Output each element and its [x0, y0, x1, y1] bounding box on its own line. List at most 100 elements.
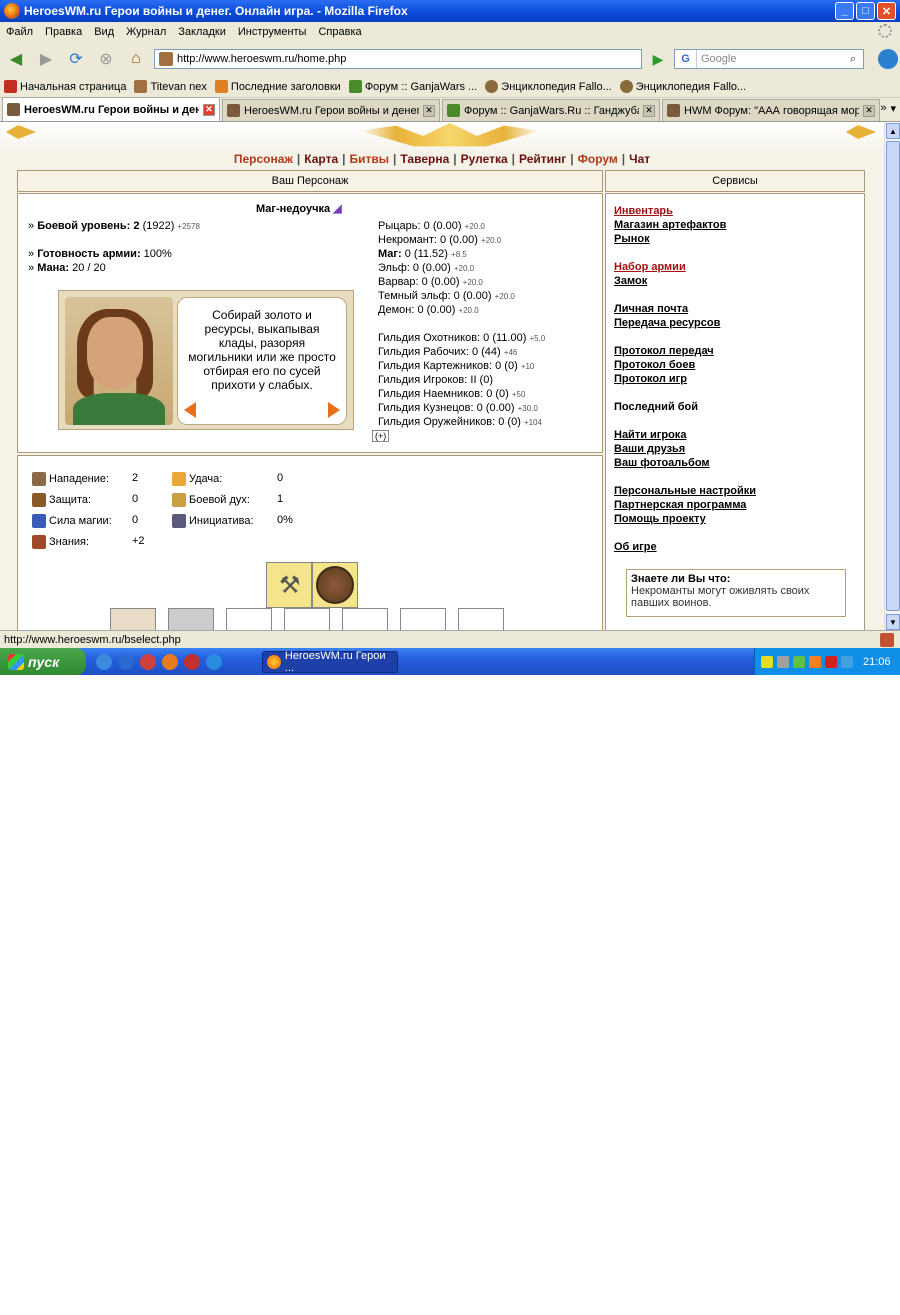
scroll-thumb[interactable]	[886, 141, 900, 611]
browser-icon[interactable]	[118, 653, 134, 670]
service-link[interactable]: Личная почта	[614, 302, 756, 316]
opera-icon[interactable]	[140, 653, 156, 670]
service-link[interactable]: Помощь проекту	[614, 512, 756, 526]
bookmark-item[interactable]: Последние заголовки	[214, 80, 341, 93]
menu-edit[interactable]: Правка	[45, 26, 82, 38]
expand-button[interactable]: (+)	[372, 430, 390, 442]
scroll-up-icon[interactable]: ▲	[886, 123, 900, 139]
service-link[interactable]: Передача ресурсов	[614, 316, 756, 330]
bookmark-item[interactable]: Энциклопедия Fallo...	[485, 80, 612, 93]
army-slot-2[interactable]	[168, 608, 214, 630]
guild-name: Гильдия Охотников:	[378, 332, 481, 344]
maximize-button[interactable]: □	[856, 2, 875, 20]
service-link[interactable]: Ваши друзья	[614, 442, 756, 456]
menu-tools[interactable]: Инструменты	[238, 26, 307, 38]
mail-icon[interactable]	[184, 653, 200, 670]
status-addon-icon[interactable]	[880, 633, 894, 647]
service-link[interactable]: Ваш фотоальбом	[614, 456, 756, 470]
equipped-shield-slot[interactable]	[312, 562, 358, 608]
nav-map[interactable]: Карта	[304, 152, 338, 166]
page-scrollbar[interactable]: ▲ ▼	[884, 123, 900, 630]
menu-view[interactable]: Вид	[94, 26, 114, 38]
menu-help[interactable]: Справка	[318, 26, 361, 38]
ie-icon[interactable]	[96, 653, 112, 670]
firefox-quick-icon[interactable]	[162, 653, 178, 670]
nav-character[interactable]: Персонаж	[234, 152, 293, 166]
tab-close-icon[interactable]: ✕	[863, 104, 875, 117]
bookmark-item[interactable]: Энциклопедия Fallo...	[619, 80, 746, 93]
tab-ganjawars[interactable]: Форум :: GanjaWars.Ru :: Ганджуба... ✕	[442, 99, 660, 121]
nav-battles[interactable]: Битвы	[350, 152, 390, 166]
service-link[interactable]: Найти игрока	[614, 428, 756, 442]
tray-misc-icon[interactable]	[841, 655, 853, 668]
army-slot-7[interactable]	[458, 608, 504, 630]
stop-button[interactable]: ⊗	[94, 47, 118, 71]
close-button[interactable]: ✕	[877, 2, 896, 20]
tray-app-icon[interactable]	[809, 655, 821, 668]
addon-icon[interactable]	[878, 49, 898, 69]
bookmark-item[interactable]: Начальная страница	[4, 80, 126, 93]
reload-button[interactable]: ⟳	[64, 47, 88, 71]
service-link[interactable]: Персональные настройки	[614, 484, 756, 498]
service-link[interactable]: Рынок	[614, 232, 756, 246]
tray-k-icon[interactable]	[825, 655, 837, 668]
service-link[interactable]: Партнерская программа	[614, 498, 756, 512]
start-button[interactable]: пуск	[0, 648, 86, 675]
tab-close-icon[interactable]: ✕	[423, 104, 435, 117]
tray-warning-icon[interactable]	[761, 655, 773, 668]
faction-name: Маг:	[378, 248, 402, 260]
service-link[interactable]: Инвентарь	[614, 204, 756, 218]
tab-heroeswm-2[interactable]: HeroesWM.ru Герои войны и денег... ✕	[222, 99, 440, 121]
menu-history[interactable]: Журнал	[126, 26, 166, 38]
nav-tavern[interactable]: Таверна	[400, 152, 449, 166]
faction-row: Эльф: 0 (0.00) +20.0	[378, 262, 474, 274]
bookmark-item[interactable]: Titevan nex	[134, 80, 207, 93]
bookmark-item[interactable]: Форум :: GanjaWars ...	[348, 80, 477, 93]
tab-favicon-icon	[7, 103, 20, 116]
nav-rating[interactable]: Рейтинг	[519, 152, 566, 166]
prev-arrow-icon[interactable]	[184, 402, 196, 418]
forward-button[interactable]: ▶	[34, 47, 58, 71]
army-slot-5[interactable]	[342, 608, 388, 630]
nav-chat[interactable]: Чат	[629, 152, 650, 166]
minimize-button[interactable]: _	[835, 2, 854, 20]
tab-heroeswm-1[interactable]: HeroesWM.ru Герои войны и ден... ✕	[2, 97, 220, 121]
nav-roulette[interactable]: Рулетка	[461, 152, 508, 166]
service-link[interactable]: Протокол передач	[614, 344, 756, 358]
tab-close-icon[interactable]: ✕	[203, 103, 215, 116]
army-slot-4[interactable]	[284, 608, 330, 630]
tray-sound-icon[interactable]	[777, 655, 789, 668]
service-link[interactable]: Замок	[614, 274, 756, 288]
tab-close-icon[interactable]: ✕	[643, 104, 655, 117]
ie-quick-icon[interactable]	[206, 653, 222, 670]
tab-scroll-right-icon[interactable]: »	[880, 102, 886, 115]
army-slot-1[interactable]	[110, 608, 156, 630]
home-button[interactable]: ⌂	[124, 47, 148, 71]
service-link[interactable]: Об игре	[614, 540, 756, 554]
army-slot-6[interactable]	[400, 608, 446, 630]
search-input[interactable]: Google	[697, 53, 843, 65]
tab-hwm-forum[interactable]: HWM Форум: "ААА говорящая морд... ✕	[662, 99, 880, 121]
search-box[interactable]: G Google ⌕	[674, 49, 864, 69]
scroll-down-icon[interactable]: ▼	[886, 614, 900, 630]
search-icon[interactable]: ⌕	[843, 53, 863, 66]
service-link[interactable]: Набор армии	[614, 260, 756, 274]
menu-file[interactable]: Файл	[6, 26, 33, 38]
nav-forum[interactable]: Форум	[578, 152, 618, 166]
service-link[interactable]: Протокол боев	[614, 358, 756, 372]
menu-bookmarks[interactable]: Закладки	[178, 26, 226, 38]
url-bar[interactable]: http://www.heroeswm.ru/home.php	[154, 49, 642, 69]
go-button[interactable]: ▶	[648, 51, 668, 68]
service-link[interactable]: Магазин артефактов	[614, 218, 756, 232]
tray-network-icon[interactable]	[793, 655, 805, 668]
equipped-axe-slot[interactable]: ⚒	[266, 562, 312, 608]
task-firefox[interactable]: HeroesWM.ru Герои ...	[262, 650, 398, 674]
bookmark-icon	[619, 80, 633, 93]
back-button[interactable]: ◀	[4, 47, 28, 71]
army-slot-3[interactable]	[226, 608, 272, 630]
tab-list-icon[interactable]: ▾	[890, 102, 896, 115]
language-indicator[interactable]: RU	[752, 1303, 768, 1315]
service-link[interactable]: Протокол игр	[614, 372, 756, 386]
next-arrow-icon[interactable]	[328, 402, 340, 418]
search-engine-icon[interactable]: G	[675, 50, 697, 68]
